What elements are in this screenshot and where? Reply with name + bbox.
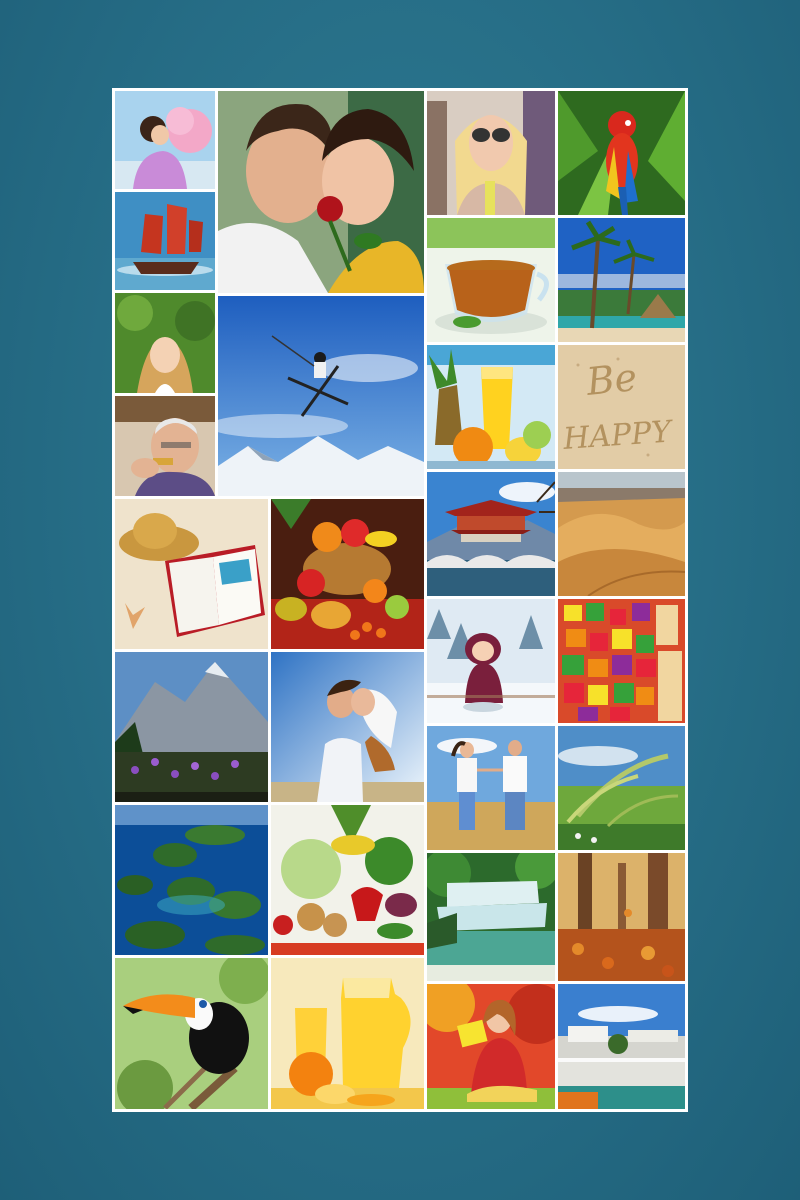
desert-dunes-photo	[558, 472, 685, 596]
pier-buildings-photo	[558, 984, 685, 1109]
girl-in-grass-photo	[115, 293, 215, 393]
man-with-harmonica-photo	[115, 396, 215, 496]
mountain-flowers-photo	[115, 652, 268, 802]
juice-jug-photo	[271, 958, 424, 1109]
woman-with-sunglasses-photo	[427, 91, 555, 215]
tropical-beach-palms-photo	[558, 218, 685, 342]
photo-collage: Be HAPPY	[112, 88, 688, 1112]
vegetables-photo	[271, 805, 424, 955]
macaw-parrot-photo	[558, 91, 685, 215]
girl-with-cotton-candy-photo	[115, 91, 215, 189]
embracing-couple-photo	[271, 652, 424, 802]
wheat-ears-photo	[558, 726, 685, 850]
skier-jump-photo	[218, 296, 424, 496]
toucan-photo	[115, 958, 268, 1109]
sand-writing-line1: Be	[583, 355, 639, 404]
colorful-candies-photo	[558, 599, 685, 723]
be-happy-sand-photo: Be HAPPY	[558, 345, 685, 469]
red-sailed-ship-photo	[115, 192, 215, 290]
waterfall-photo	[427, 853, 555, 981]
couple-with-rose-photo	[218, 91, 424, 293]
orange-juice-fruits-photo	[427, 345, 555, 469]
cartoon-girl-snow-photo	[427, 599, 555, 723]
couple-running-field-photo	[427, 726, 555, 850]
tropical-islands-photo	[115, 805, 268, 955]
chinese-pagoda-bridge-photo	[427, 472, 555, 596]
autumn-forest-photo	[558, 853, 685, 981]
fruit-basket-photo	[271, 499, 424, 649]
cup-of-tea-photo	[427, 218, 555, 342]
woman-reading-autumn-photo	[427, 984, 555, 1109]
straw-hat-book-photo	[115, 499, 268, 649]
